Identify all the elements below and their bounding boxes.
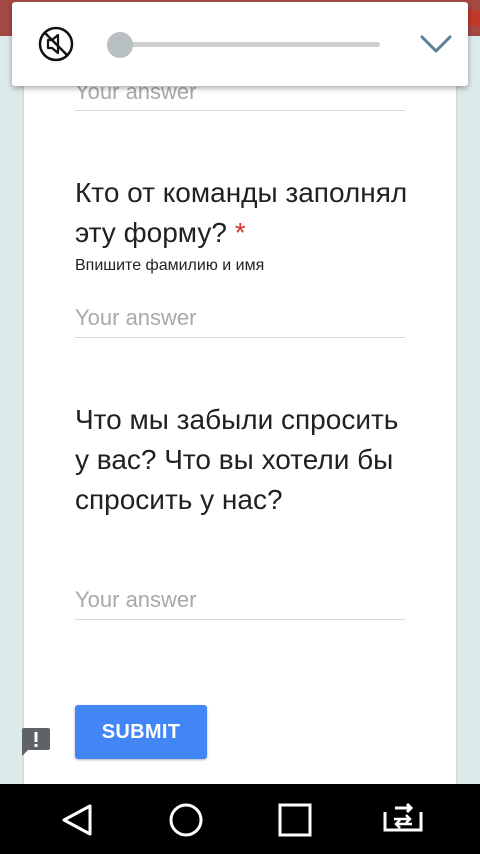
- required-asterisk: *: [234, 217, 246, 248]
- status-indicator: [468, 10, 480, 26]
- recents-icon[interactable]: [273, 798, 317, 842]
- answer-input-feedback[interactable]: Your answer: [75, 586, 405, 620]
- back-icon[interactable]: [54, 798, 98, 842]
- volume-muted-icon[interactable]: [38, 26, 74, 62]
- volume-slider-track[interactable]: [108, 42, 380, 47]
- question-title-2: Что мы забыли спросить у вас? Что вы хот…: [75, 404, 399, 515]
- volume-panel: [12, 2, 468, 86]
- volume-slider-thumb[interactable]: [107, 32, 133, 58]
- chevron-down-icon[interactable]: [416, 26, 456, 62]
- navigation-bar: [0, 784, 480, 854]
- question-title: Кто от команды заполнял эту форму? *: [75, 173, 415, 253]
- report-feedback-icon[interactable]: [20, 727, 52, 757]
- answer-input-name[interactable]: Your answer: [75, 304, 405, 338]
- home-icon[interactable]: [164, 798, 208, 842]
- question-help-text: Впишите фамилию и имя: [75, 257, 265, 274]
- submit-button[interactable]: SUBMIT: [75, 705, 207, 759]
- screen-rotate-icon[interactable]: [381, 798, 425, 842]
